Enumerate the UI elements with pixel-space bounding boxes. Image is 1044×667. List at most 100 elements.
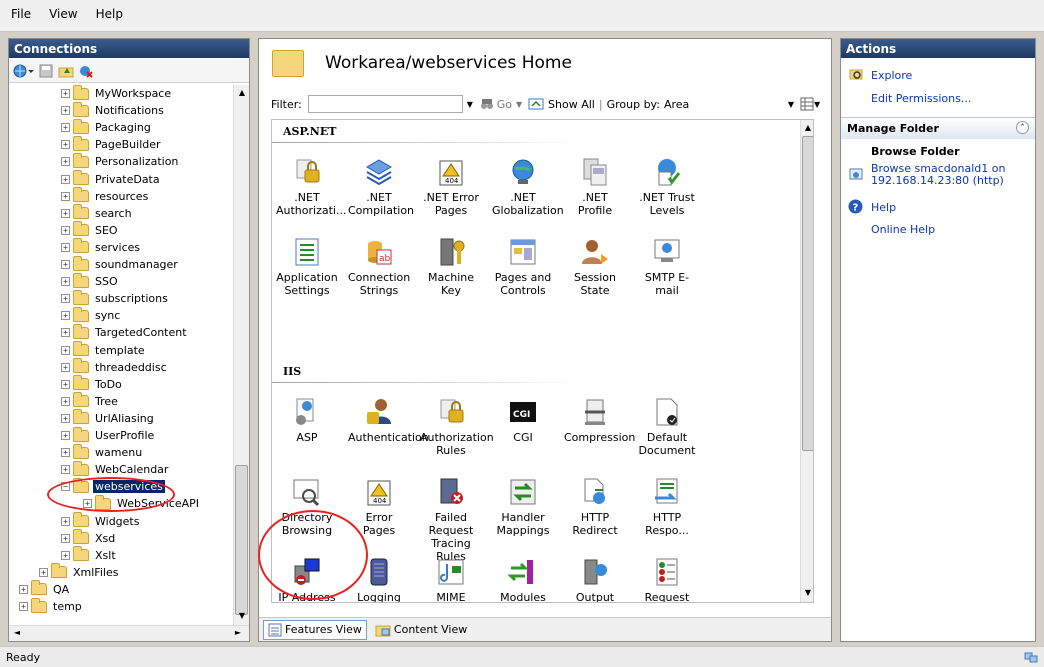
tree-item[interactable]: + WebServiceAPI bbox=[83, 494, 201, 512]
online-help-link[interactable]: Online Help bbox=[871, 223, 935, 236]
expand-icon[interactable]: + bbox=[61, 225, 70, 235]
expand-icon[interactable]: + bbox=[61, 396, 70, 406]
expand-icon[interactable]: + bbox=[61, 533, 70, 543]
filter-input[interactable] bbox=[307, 95, 463, 113]
feature-item[interactable]: .NET Trust Levels bbox=[636, 156, 698, 217]
tree-item[interactable]: + Xslt bbox=[61, 546, 118, 564]
scroll-thumb[interactable] bbox=[235, 465, 248, 615]
tree-item[interactable]: + SSO bbox=[61, 272, 120, 290]
tree-item[interactable]: + sync bbox=[61, 306, 122, 324]
tree-item[interactable]: − webservices bbox=[61, 477, 165, 495]
expand-icon[interactable]: + bbox=[61, 345, 70, 355]
tree-item[interactable]: + UserProfile bbox=[61, 426, 156, 444]
scroll-up-icon[interactable]: ▲ bbox=[235, 86, 249, 100]
feature-item[interactable]: Failed Request Tracing Rules bbox=[420, 476, 482, 563]
scroll-up-icon[interactable]: ▲ bbox=[801, 121, 813, 135]
view-options-button[interactable]: ▼ bbox=[800, 97, 820, 111]
feature-item[interactable]: Pages and Controls bbox=[492, 236, 554, 297]
feature-item[interactable]: .NET Profile bbox=[564, 156, 626, 217]
feature-item[interactable]: Authorization Rules bbox=[420, 396, 494, 457]
help-link[interactable]: Help bbox=[871, 201, 896, 214]
go-dropdown-icon[interactable]: ▼ bbox=[512, 95, 526, 113]
up-folder-icon[interactable] bbox=[58, 63, 74, 79]
feature-item[interactable]: Modules bbox=[492, 556, 554, 602]
feature-item[interactable]: Default Document bbox=[636, 396, 698, 457]
expand-icon[interactable]: + bbox=[61, 123, 70, 133]
expand-icon[interactable]: + bbox=[61, 431, 70, 440]
tree-item[interactable]: + MyWorkspace bbox=[61, 85, 173, 102]
menu-file[interactable]: File bbox=[11, 7, 31, 21]
feature-item[interactable]: CGI CGI bbox=[492, 396, 554, 444]
expand-icon[interactable]: + bbox=[61, 328, 70, 338]
expand-icon[interactable]: + bbox=[61, 174, 70, 184]
expand-icon[interactable]: + bbox=[61, 448, 70, 458]
feature-item[interactable]: HTTP Respo... bbox=[636, 476, 698, 537]
tree-item[interactable]: + search bbox=[61, 204, 134, 222]
tree-item[interactable]: + UrlAliasing bbox=[61, 409, 156, 427]
feature-item[interactable]: IP Address and Dom... bbox=[276, 556, 338, 602]
feature-item[interactable]: Directory Browsing bbox=[276, 476, 338, 537]
tree-item[interactable]: + Tree bbox=[61, 392, 120, 410]
expand-icon[interactable]: + bbox=[61, 89, 70, 98]
tree-item[interactable]: + Xsd bbox=[61, 529, 117, 547]
tree-item[interactable]: + Notifications bbox=[61, 101, 166, 119]
scroll-left-icon[interactable]: ◄ bbox=[10, 626, 24, 640]
expand-icon[interactable]: + bbox=[61, 413, 70, 423]
tree-item[interactable]: + wamenu bbox=[61, 443, 144, 461]
tree-item[interactable]: + PageBuilder bbox=[61, 135, 163, 153]
expand-icon[interactable]: − bbox=[61, 482, 70, 492]
save-icon[interactable] bbox=[38, 63, 54, 79]
feature-item[interactable]: ab Connection Strings bbox=[348, 236, 410, 297]
scroll-right-icon[interactable]: ► bbox=[231, 626, 245, 640]
feature-item[interactable]: 404 Error Pages bbox=[348, 476, 410, 537]
feature-item[interactable]: Output Caching bbox=[564, 556, 626, 602]
feature-item[interactable]: Machine Key bbox=[420, 236, 482, 297]
tree-item[interactable]: + soundmanager bbox=[61, 255, 180, 273]
explore-link[interactable]: Explore bbox=[871, 69, 912, 82]
show-all-button[interactable]: Show All bbox=[528, 97, 595, 111]
tree-item[interactable]: + ToDo bbox=[61, 375, 124, 393]
group-by-dropdown-icon[interactable]: ▼ bbox=[784, 95, 798, 113]
scroll-thumb[interactable] bbox=[802, 136, 813, 451]
expand-icon[interactable]: + bbox=[61, 294, 70, 304]
go-button[interactable]: Go bbox=[479, 97, 512, 111]
tree-item[interactable]: + QA bbox=[19, 580, 71, 598]
expand-icon[interactable]: + bbox=[61, 260, 70, 269]
feature-item[interactable]: .NET Globalization bbox=[492, 156, 564, 217]
disconnect-icon[interactable] bbox=[78, 63, 94, 79]
feature-item[interactable]: Request Filtering bbox=[636, 556, 698, 602]
expand-icon[interactable]: + bbox=[61, 208, 70, 218]
collapse-icon[interactable]: ˄ bbox=[1016, 121, 1029, 134]
tree-item[interactable]: + temp bbox=[19, 597, 84, 615]
expand-icon[interactable]: + bbox=[83, 499, 92, 509]
expand-icon[interactable]: + bbox=[61, 106, 70, 116]
feature-item[interactable]: Application Settings bbox=[276, 236, 338, 297]
expand-icon[interactable]: + bbox=[61, 516, 70, 526]
tree-item[interactable]: + template bbox=[61, 341, 147, 359]
tree-vertical-scrollbar[interactable]: ▲ ▼ bbox=[233, 85, 249, 625]
tree-item[interactable]: + resources bbox=[61, 187, 150, 205]
browse-site-link[interactable]: Browse smacdonald1 on 192.168.14.23:80 (… bbox=[871, 163, 1031, 187]
expand-icon[interactable]: + bbox=[19, 584, 28, 594]
expand-icon[interactable]: + bbox=[61, 362, 70, 372]
expand-icon[interactable]: + bbox=[61, 242, 70, 252]
feature-item[interactable]: Session State bbox=[564, 236, 626, 297]
tree-item[interactable]: + Packaging bbox=[61, 118, 153, 136]
feature-item[interactable]: Compression bbox=[564, 396, 635, 444]
content-view-tab[interactable]: Content View bbox=[371, 620, 471, 640]
scroll-down-icon[interactable]: ▼ bbox=[235, 609, 249, 623]
expand-icon[interactable]: + bbox=[61, 277, 70, 287]
feature-item[interactable]: MIME Types bbox=[420, 556, 482, 602]
expand-icon[interactable]: + bbox=[61, 157, 70, 167]
tree-item[interactable]: + subscriptions bbox=[61, 289, 170, 307]
expand-icon[interactable]: + bbox=[61, 311, 70, 321]
tree-item[interactable]: + Personalization bbox=[61, 152, 180, 170]
tree-item[interactable]: + PrivateData bbox=[61, 170, 162, 188]
menu-help[interactable]: Help bbox=[96, 7, 123, 21]
features-view-tab[interactable]: Features View bbox=[263, 619, 367, 640]
globe-connect-icon[interactable] bbox=[12, 63, 34, 79]
feature-item[interactable]: Handler Mappings bbox=[492, 476, 554, 537]
tree-item[interactable]: + XmlFiles bbox=[39, 563, 120, 581]
feature-item[interactable]: ASP bbox=[276, 396, 338, 444]
expand-icon[interactable]: + bbox=[61, 379, 70, 389]
